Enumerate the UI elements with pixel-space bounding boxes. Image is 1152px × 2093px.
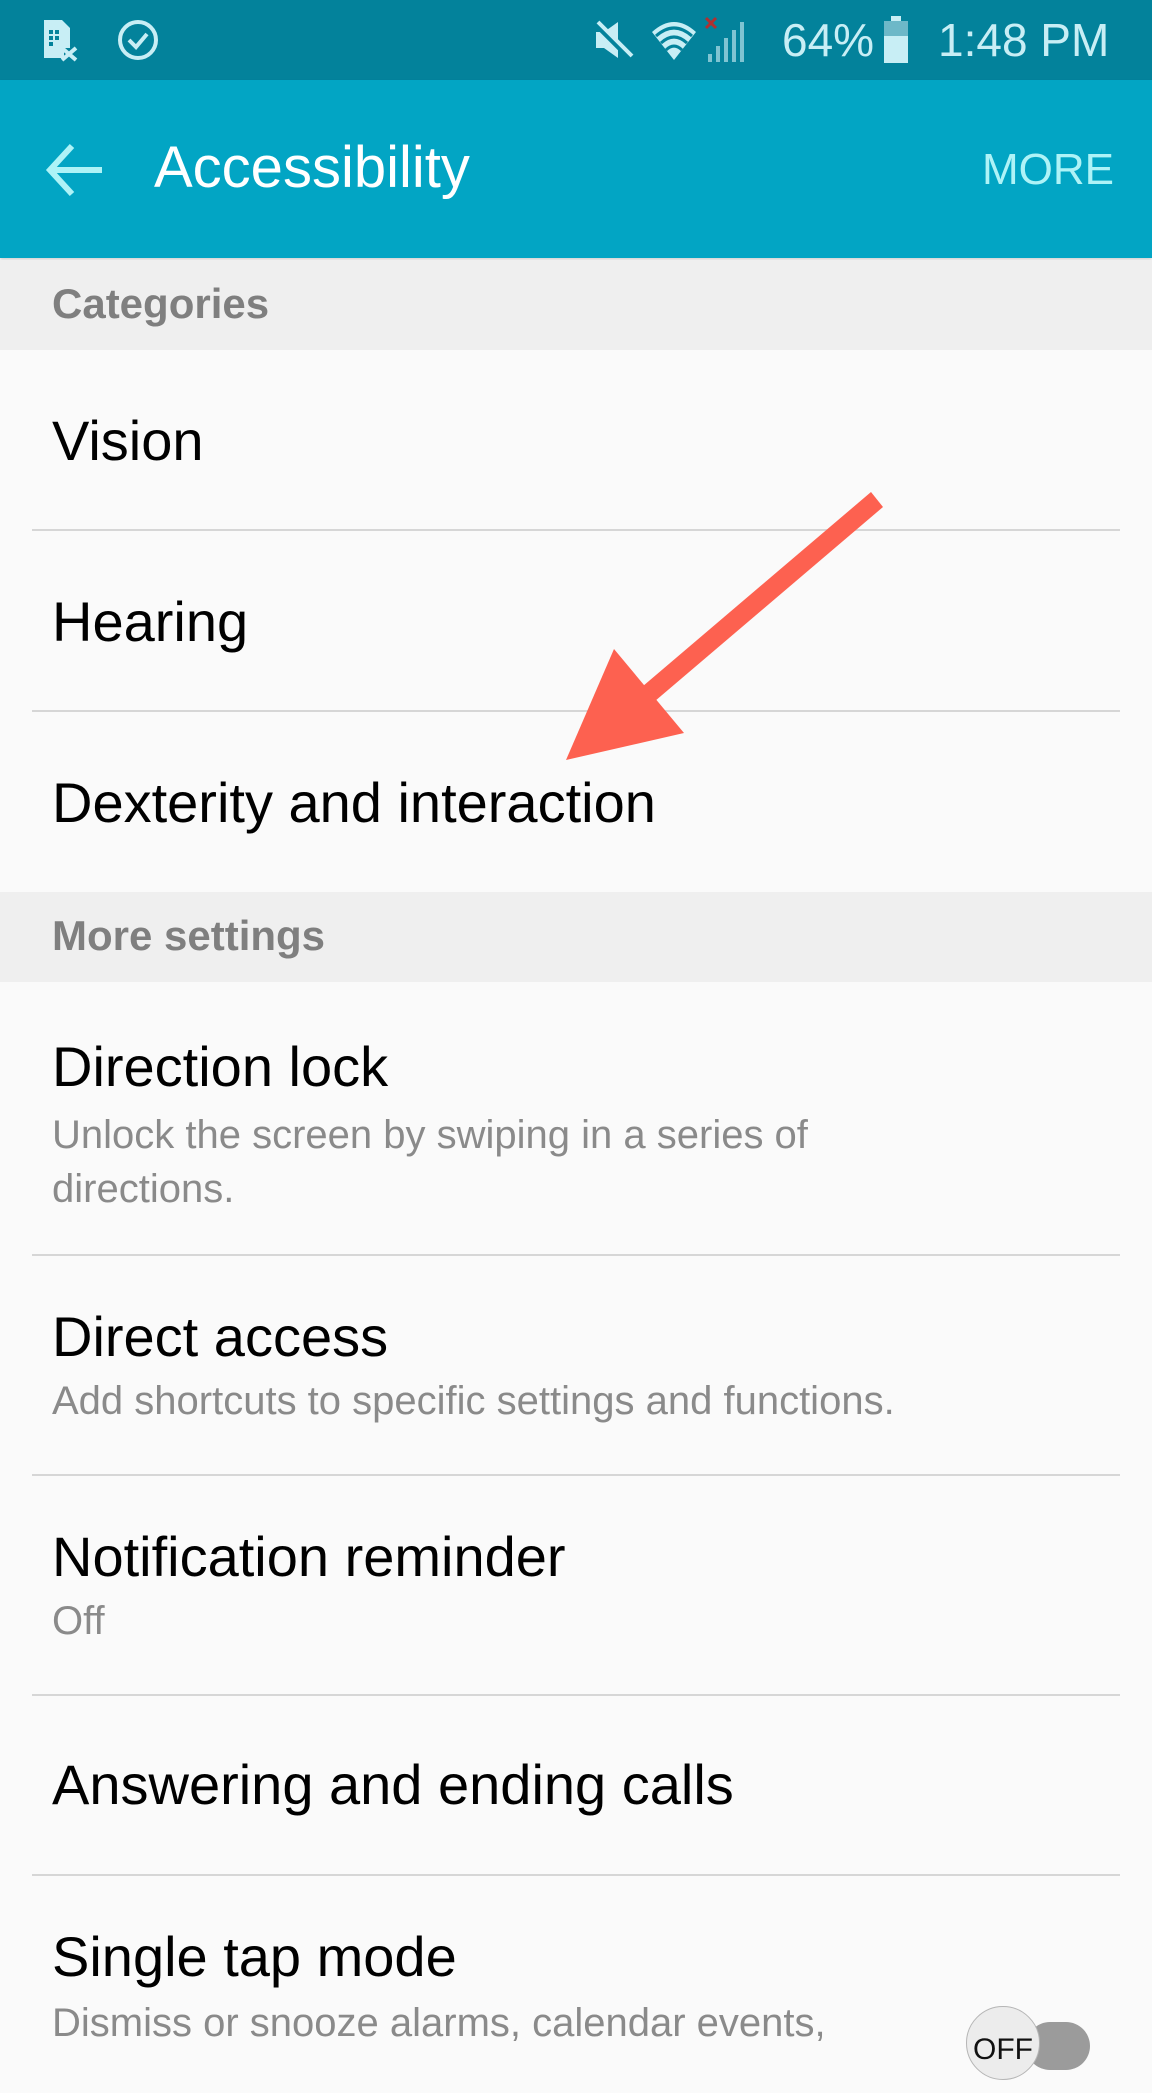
- list-item-title: Single tap mode: [52, 1925, 457, 1988]
- list-item-subtitle: Add shortcuts to specific settings and f…: [52, 1379, 895, 1423]
- list-item-notification-reminder[interactable]: Notification reminder Off: [0, 1476, 1152, 1694]
- wifi-icon: [652, 22, 696, 60]
- list-item-subtitle: Off: [52, 1599, 105, 1643]
- list-item-title: Hearing: [52, 590, 249, 653]
- arrow-left-icon: [45, 143, 102, 197]
- list-item-title: Direct access: [52, 1305, 389, 1368]
- list-item-subtitle: Unlock the screen by swiping in a series…: [52, 1113, 808, 1211]
- list-item-title: Answering and ending calls: [52, 1753, 734, 1816]
- page-title: Accessibility: [154, 135, 470, 200]
- toggle-knob: OFF: [966, 2006, 1040, 2080]
- section-header-categories: Categories: [0, 260, 1152, 350]
- mute-icon: [593, 20, 634, 61]
- list-item-title: Dexterity and interaction: [52, 771, 656, 834]
- check-circle-icon: [118, 20, 158, 60]
- battery-icon: [884, 16, 908, 63]
- status-bar: 64% 1:48 PM: [0, 0, 1152, 80]
- clock: 1:48 PM: [938, 14, 1110, 66]
- list-item-subtitle: Dismiss or snooze alarms, calendar event…: [52, 2001, 826, 2045]
- signal-no-service-icon: [704, 16, 744, 62]
- section-header-label: More settings: [52, 912, 326, 959]
- list-item-title: Direction lock: [52, 1035, 389, 1098]
- list-item-answering-and-ending-calls[interactable]: Answering and ending calls: [0, 1696, 1152, 1874]
- list-item-hearing[interactable]: Hearing: [0, 531, 1152, 711]
- app-bar: Accessibility MORE: [0, 80, 1152, 258]
- list-item-title: Vision: [52, 409, 204, 472]
- list-item-title: Notification reminder: [52, 1525, 566, 1588]
- back-button[interactable]: [44, 140, 110, 200]
- list-item-single-tap-mode[interactable]: Single tap mode Dismiss or snooze alarms…: [0, 1876, 1152, 2080]
- battery-percent: 64%: [782, 14, 875, 66]
- section-header-more-settings: More settings: [0, 892, 1152, 982]
- list-item-dexterity-and-interaction[interactable]: Dexterity and interaction: [0, 712, 1152, 892]
- list-item-vision[interactable]: Vision: [0, 350, 1152, 530]
- more-button[interactable]: MORE: [982, 140, 1114, 200]
- list-item-direct-access[interactable]: Direct access Add shortcuts to specific …: [0, 1256, 1152, 1474]
- single-tap-mode-toggle[interactable]: OFF: [966, 2006, 1096, 2086]
- section-header-label: Categories: [52, 280, 270, 327]
- sim-card-error-icon: [44, 20, 78, 62]
- list-item-direction-lock[interactable]: Direction lock Unlock the screen by swip…: [0, 982, 1152, 1254]
